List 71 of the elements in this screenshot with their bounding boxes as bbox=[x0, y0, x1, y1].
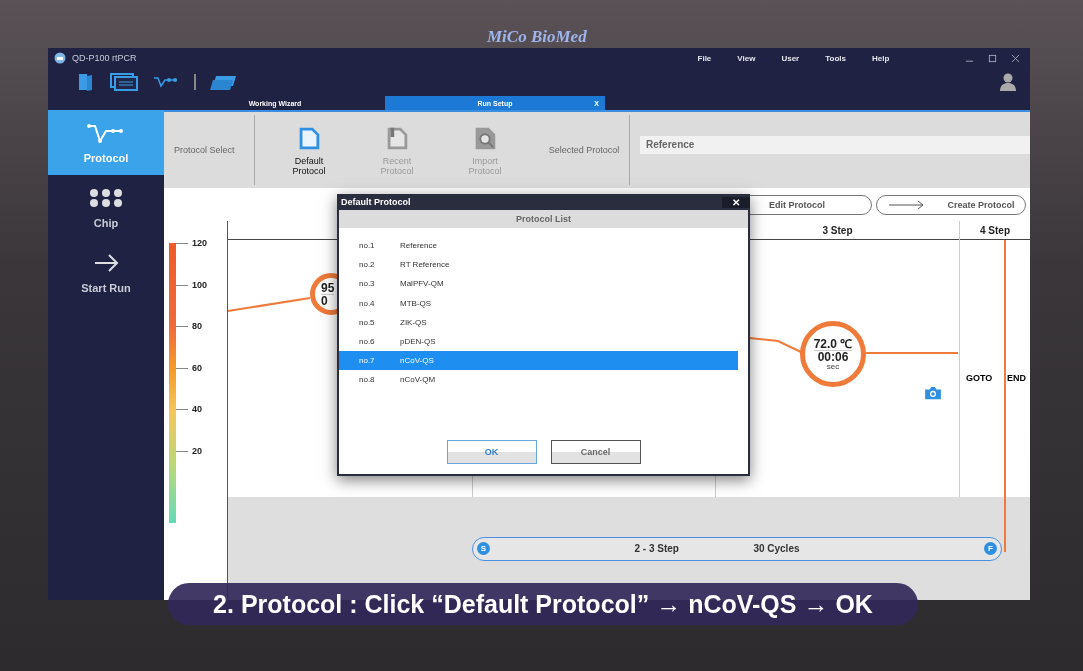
list-header: Protocol List bbox=[339, 210, 748, 228]
cycle-steps-label: 2 - 3 Step bbox=[634, 543, 679, 554]
protocol-name: Reference bbox=[400, 241, 437, 251]
scale-tick-label: 20 bbox=[192, 445, 202, 456]
scale-tick-label: 60 bbox=[192, 362, 202, 373]
node-time: 0 bbox=[321, 294, 328, 307]
protocol-name: ZIK-QS bbox=[400, 317, 427, 327]
finish-badge: F bbox=[984, 542, 997, 555]
protocol-number: no.6 bbox=[358, 337, 376, 347]
scale-tick-label: 40 bbox=[192, 404, 202, 415]
scale-tick-label: 120 bbox=[192, 238, 208, 248]
protocol-number: no.8 bbox=[358, 375, 376, 385]
menu-item[interactable]: View bbox=[737, 53, 756, 63]
protocol-name: RT Reference bbox=[400, 260, 450, 270]
app-logo-icon bbox=[54, 52, 66, 64]
protocol-name: MTB-QS bbox=[400, 298, 432, 308]
protocol-name: pDEN-QS bbox=[400, 337, 436, 347]
end-label: END bbox=[1007, 373, 1026, 383]
step-header: 3 Step bbox=[822, 224, 853, 236]
user-icon[interactable] bbox=[998, 72, 1018, 92]
close-button[interactable]: ✕ bbox=[722, 196, 750, 208]
protocol-row[interactable]: no.6 pDEN-QS bbox=[339, 331, 738, 352]
protocol-number: no.2 bbox=[358, 260, 376, 270]
protocol-name: nCoV-QS bbox=[400, 356, 434, 366]
node-time-unit: sec bbox=[826, 362, 840, 371]
protocol-source-button[interactable]: Default Protocol bbox=[265, 124, 353, 176]
protocol-number: no.1 bbox=[358, 241, 376, 251]
sidebar-label: Protocol bbox=[83, 151, 129, 164]
window-title: QD-P100 rtPCR bbox=[72, 53, 137, 63]
protocol-row[interactable]: no.8 nCoV-QM bbox=[339, 370, 738, 390]
window-list-icon[interactable] bbox=[110, 72, 138, 92]
cycle-loop[interactable]: S 2 - 3 Step 30 Cycles F bbox=[472, 536, 1002, 561]
dialog-button[interactable]: Cancel bbox=[550, 440, 641, 464]
menu-item[interactable]: File bbox=[697, 53, 712, 63]
step-header: 4 Step bbox=[980, 224, 1010, 236]
bezel-brand: MiCo BioMed bbox=[487, 27, 587, 47]
start-badge: S bbox=[477, 542, 490, 555]
camera-icon[interactable] bbox=[924, 386, 942, 400]
protocol-row[interactable]: no.1 Reference bbox=[339, 236, 738, 256]
protocol-number: no.7 bbox=[358, 356, 376, 366]
close-icon[interactable] bbox=[1011, 53, 1021, 63]
sidebar-label: Chip bbox=[93, 216, 119, 229]
protocol-number: no.3 bbox=[358, 279, 376, 289]
menu-item[interactable]: Help bbox=[871, 53, 890, 63]
protocol-row[interactable]: no.5 ZIK-QS bbox=[339, 312, 738, 332]
sidebar-item[interactable]: Start Run bbox=[48, 240, 164, 305]
node-time: 00:06 bbox=[817, 350, 849, 363]
sidebar-label: Start Run bbox=[81, 281, 131, 294]
protocol-row[interactable]: no.2 RT Reference bbox=[339, 255, 738, 275]
node-temperature: 95 bbox=[321, 281, 335, 295]
goto-label: GOTO bbox=[966, 373, 993, 383]
step-node[interactable]: 72.0 ℃ 00:06 sec bbox=[800, 321, 866, 387]
selected-protocol-label: Selected Protocol bbox=[547, 145, 621, 155]
menu-item[interactable]: Tools bbox=[825, 53, 846, 63]
cycle-count-label: 30 Cycles bbox=[753, 543, 800, 554]
caption-banner: 2. Protocol : Click “Default Protocol” → nCoV-QS → OK bbox=[168, 583, 918, 625]
protocol-number: no.4 bbox=[358, 298, 376, 308]
selected-protocol-field[interactable]: Reference bbox=[640, 135, 1030, 154]
protocol-number: no.5 bbox=[358, 317, 376, 327]
dialog-title: Default Protocol bbox=[341, 197, 411, 207]
node-temperature: 72.0 ℃ bbox=[813, 337, 853, 351]
scale-tick-label: 80 bbox=[192, 321, 202, 332]
protocol-name: MalPFV-QM bbox=[400, 279, 444, 289]
maximize-icon[interactable] bbox=[988, 53, 998, 63]
protocol-action-button[interactable]: Create Protocol bbox=[876, 194, 1026, 215]
scale-tick-label: 100 bbox=[192, 279, 208, 290]
menu-item[interactable]: User bbox=[781, 53, 800, 63]
wave-icon bbox=[86, 121, 126, 144]
sidebar-item[interactable]: Chip bbox=[48, 175, 164, 240]
protocol-select-label: Protocol Select bbox=[174, 145, 236, 155]
protocol-name: nCoV-QM bbox=[400, 375, 436, 385]
